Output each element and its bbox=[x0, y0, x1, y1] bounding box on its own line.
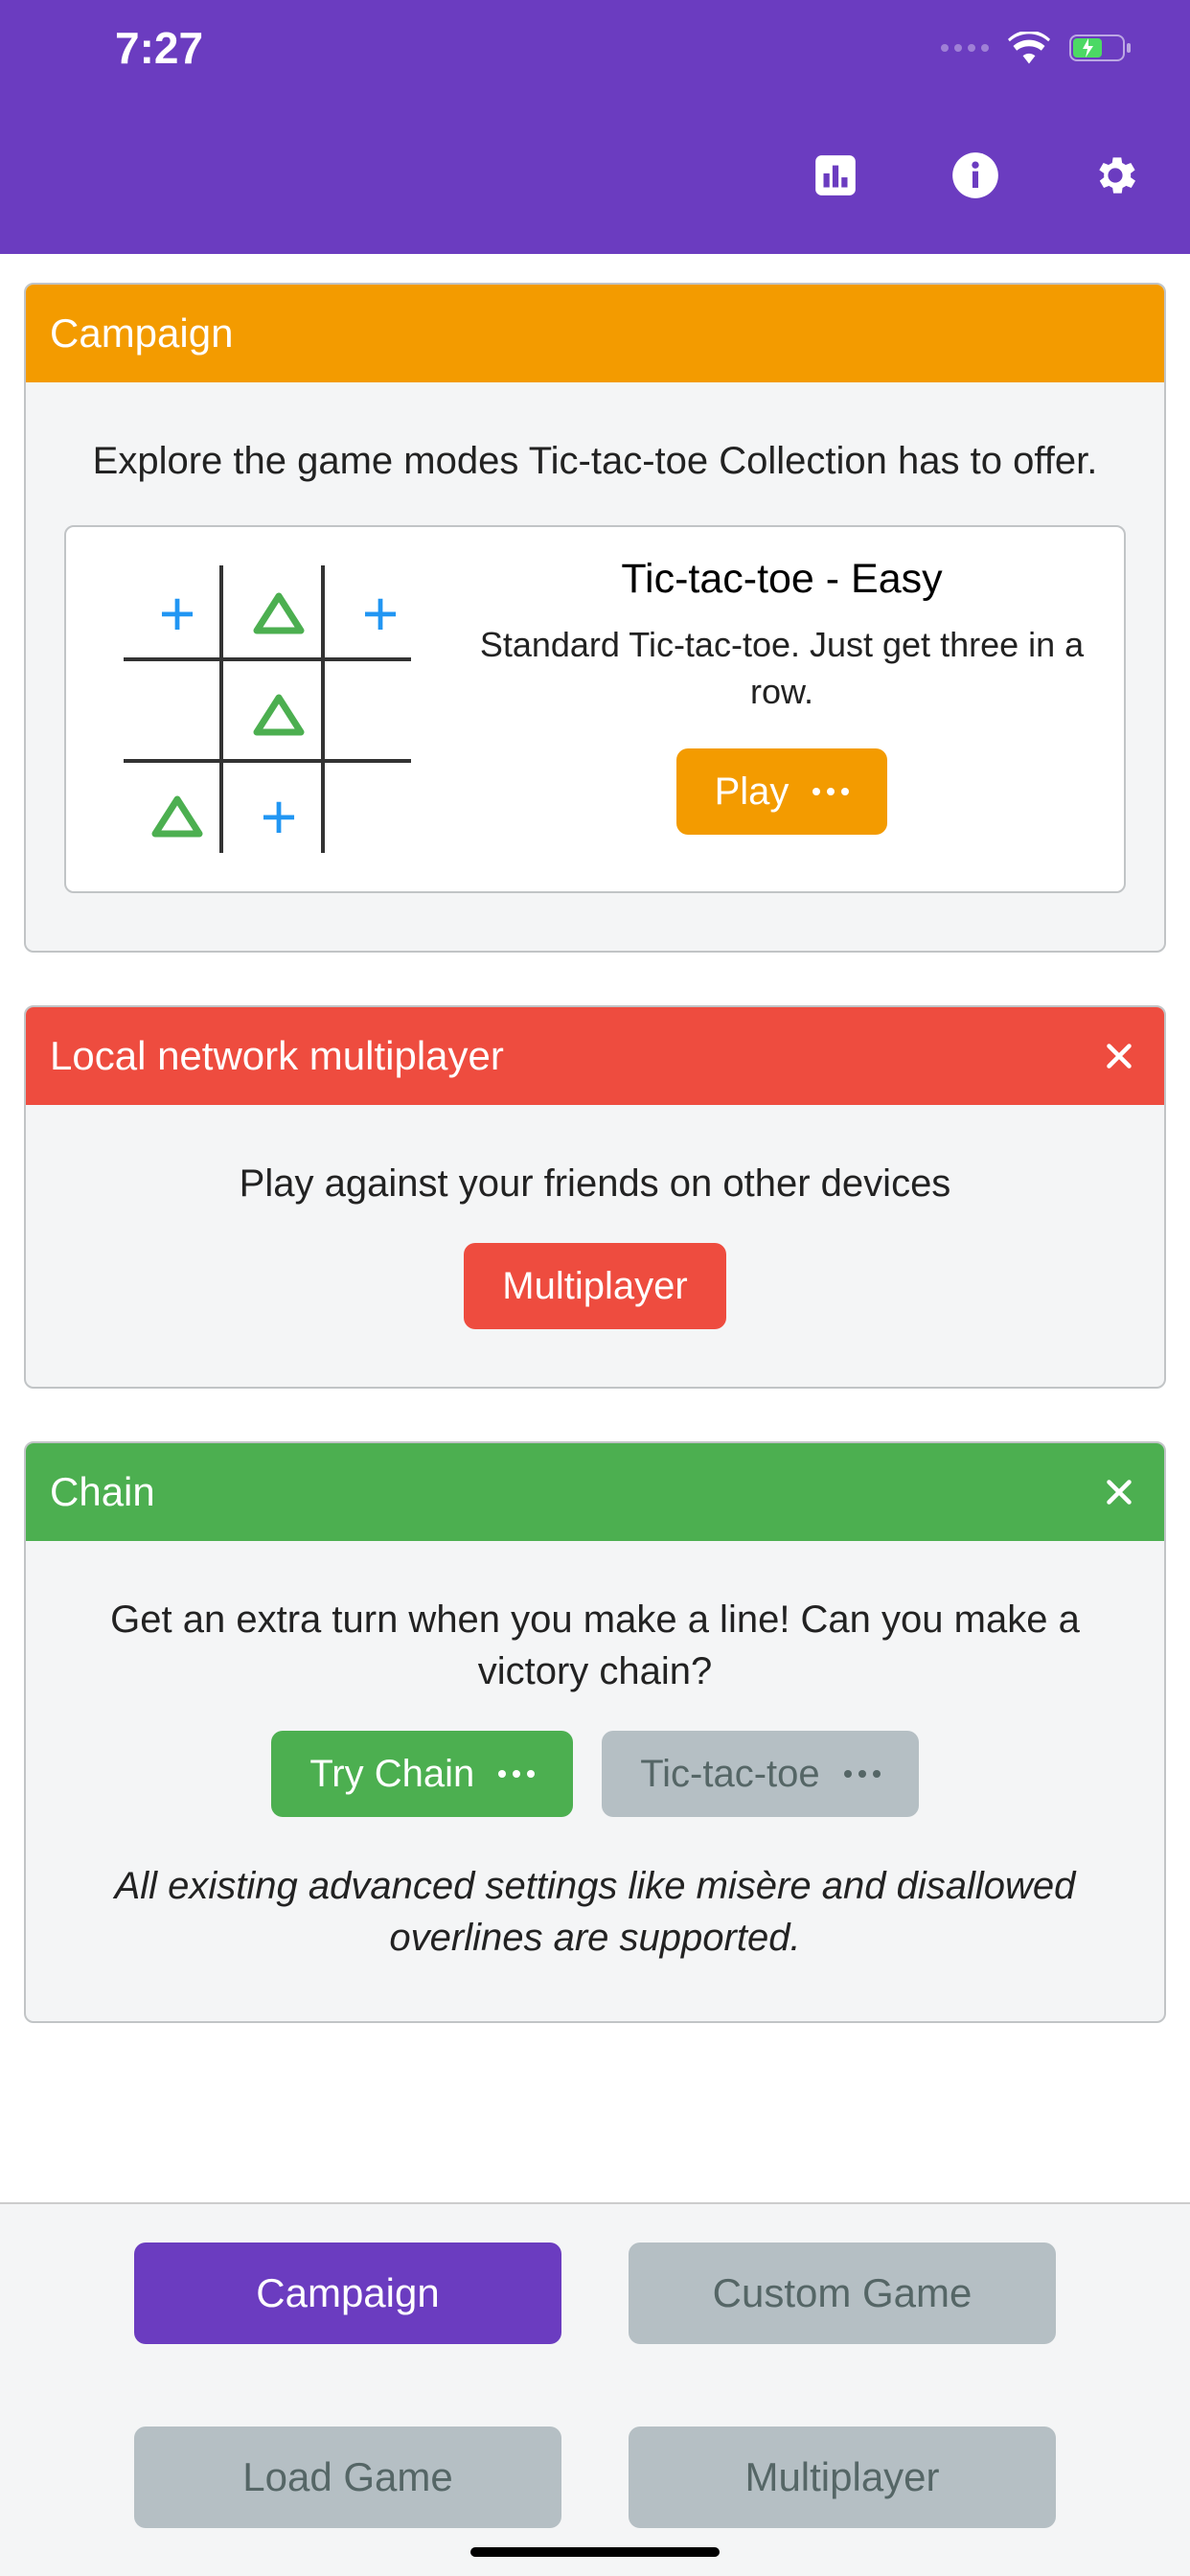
tile-name: Tic-tac-toe - Easy bbox=[469, 556, 1095, 603]
campaign-tile[interactable]: + + + Tic-tac-toe - Easy Standard Tic-ta… bbox=[64, 525, 1126, 893]
multiplayer-label: Multiplayer bbox=[502, 1265, 687, 1308]
more-dots-icon bbox=[812, 788, 849, 795]
status-bar: 7:27 bbox=[0, 0, 1190, 96]
status-right bbox=[941, 32, 1133, 64]
tictactoe-button[interactable]: Tic-tac-toe bbox=[602, 1731, 918, 1817]
main-scroll[interactable]: Campaign Explore the game modes Tic-tac-… bbox=[0, 254, 1190, 2202]
status-time: 7:27 bbox=[115, 22, 203, 74]
more-dots-icon bbox=[498, 1770, 535, 1778]
multiplayer-button[interactable]: Multiplayer bbox=[464, 1243, 725, 1329]
tictactoe-board-icon: + + + bbox=[95, 556, 440, 862]
chain-note: All existing advanced settings like misè… bbox=[64, 1860, 1126, 1964]
settings-gear-icon[interactable] bbox=[1088, 149, 1142, 202]
tab-custom-game[interactable]: Custom Game bbox=[629, 2242, 1056, 2344]
play-button[interactable]: Play bbox=[676, 748, 888, 835]
lan-header: Local network multiplayer bbox=[26, 1007, 1164, 1105]
bottom-tabs: Campaign Custom Game Load Game Multiplay… bbox=[0, 2202, 1190, 2576]
tab-campaign[interactable]: Campaign bbox=[134, 2242, 561, 2344]
lan-title: Local network multiplayer bbox=[50, 1033, 504, 1079]
chain-title: Chain bbox=[50, 1469, 155, 1515]
tab-multiplayer[interactable]: Multiplayer bbox=[629, 2426, 1056, 2528]
lan-desc: Play against your friends on other devic… bbox=[64, 1158, 1126, 1209]
close-icon[interactable] bbox=[1098, 1035, 1140, 1077]
signal-dots-icon bbox=[941, 44, 989, 52]
chain-card: Chain Get an extra turn when you make a … bbox=[24, 1441, 1166, 2023]
campaign-intro: Explore the game modes Tic-tac-toe Colle… bbox=[64, 435, 1126, 487]
lan-card: Local network multiplayer Play against y… bbox=[24, 1005, 1166, 1389]
chain-header: Chain bbox=[26, 1443, 1164, 1541]
play-label: Play bbox=[715, 770, 790, 814]
tab-load-game[interactable]: Load Game bbox=[134, 2426, 561, 2528]
home-indicator bbox=[470, 2547, 720, 2557]
info-icon[interactable] bbox=[949, 149, 1002, 202]
stats-icon[interactable] bbox=[809, 149, 862, 202]
campaign-card: Campaign Explore the game modes Tic-tac-… bbox=[24, 283, 1166, 953]
campaign-header: Campaign bbox=[26, 285, 1164, 382]
more-dots-icon bbox=[844, 1770, 881, 1778]
try-chain-button[interactable]: Try Chain bbox=[271, 1731, 573, 1817]
battery-charging-icon bbox=[1069, 33, 1133, 63]
tictactoe-label: Tic-tac-toe bbox=[640, 1753, 819, 1796]
app-bar bbox=[0, 96, 1190, 254]
chain-desc: Get an extra turn when you make a line! … bbox=[64, 1594, 1126, 1697]
try-chain-label: Try Chain bbox=[309, 1753, 474, 1796]
campaign-title: Campaign bbox=[50, 310, 233, 356]
wifi-icon bbox=[1008, 32, 1050, 64]
tile-desc: Standard Tic-tac-toe. Just get three in … bbox=[469, 622, 1095, 715]
close-icon[interactable] bbox=[1098, 1471, 1140, 1513]
